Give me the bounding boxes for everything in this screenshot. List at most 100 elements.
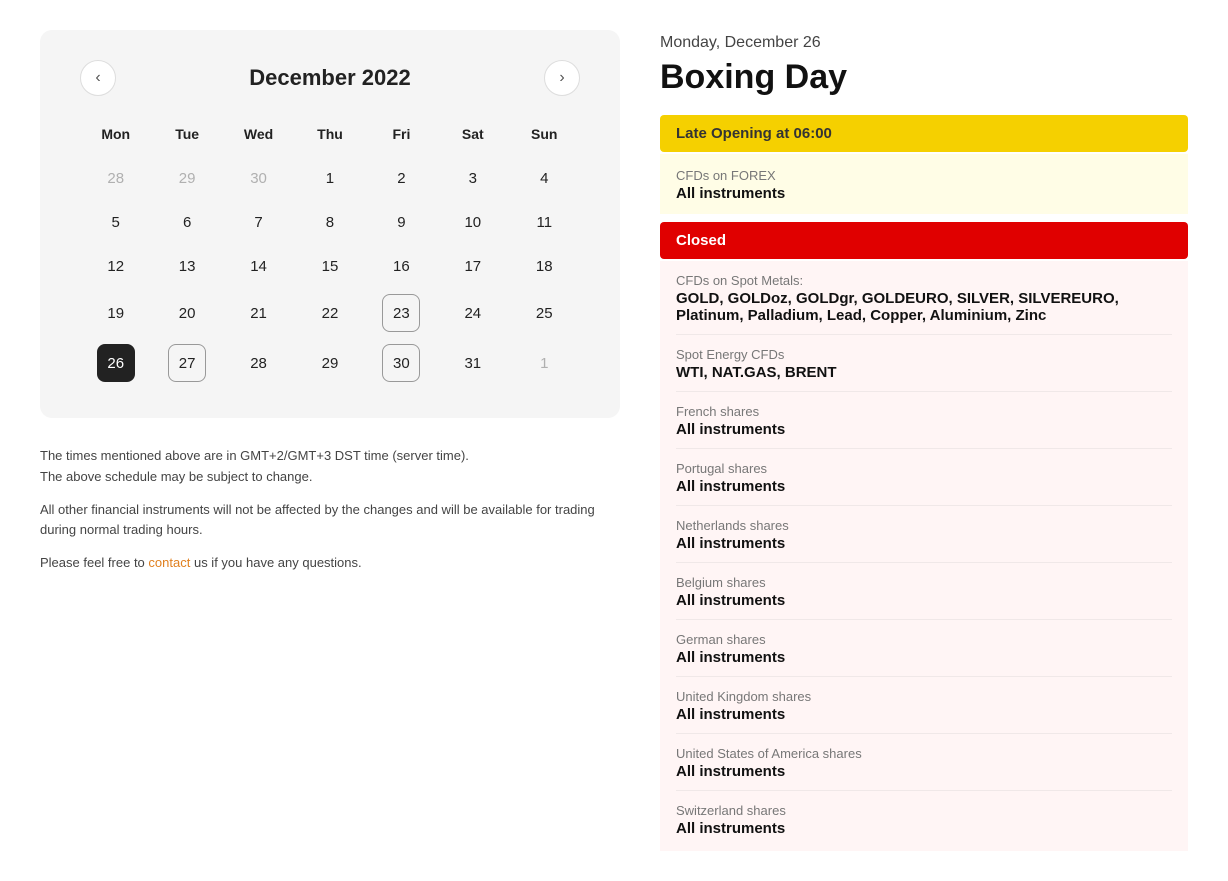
calendar-card: ‹ December 2022 › MonTueWedThuFriSatSun … <box>40 30 620 418</box>
late-opening-banner: Late Opening at 06:00 <box>660 115 1188 152</box>
calendar-day[interactable]: 8 <box>294 200 365 244</box>
item-value: All instruments <box>676 763 1172 780</box>
calendar-day[interactable]: 30 <box>223 156 294 200</box>
item-label: United Kingdom shares <box>676 689 1172 704</box>
footnote-line5: us if you have any questions. <box>194 555 362 570</box>
calendar-day[interactable]: 3 <box>437 156 508 200</box>
item-label: Portugal shares <box>676 461 1172 476</box>
item-value: All instruments <box>676 185 1172 202</box>
item-label: Belgium shares <box>676 575 1172 590</box>
calendar-day[interactable]: 2 <box>366 156 437 200</box>
calendar-day[interactable]: 4 <box>509 156 580 200</box>
item-value: All instruments <box>676 535 1172 552</box>
calendar-day[interactable]: 29 <box>294 338 365 388</box>
weekday-header: Mon <box>80 120 151 156</box>
calendar-day[interactable]: 6 <box>151 200 222 244</box>
next-month-button[interactable]: › <box>544 60 580 96</box>
calendar-day[interactable]: 15 <box>294 244 365 288</box>
footnotes-section: The times mentioned above are in GMT+2/G… <box>40 446 620 574</box>
closed-item: Netherlands shares All instruments <box>676 506 1172 563</box>
calendar-day[interactable]: 22 <box>294 288 365 338</box>
left-column: ‹ December 2022 › MonTueWedThuFriSatSun … <box>40 30 620 851</box>
weekday-header: Tue <box>151 120 222 156</box>
prev-month-button[interactable]: ‹ <box>80 60 116 96</box>
item-value: GOLD, GOLDoz, GOLDgr, GOLDEURO, SILVER, … <box>676 290 1172 324</box>
calendar-body: 2829301234567891011121314151617181920212… <box>80 156 580 388</box>
calendar-day[interactable]: 27 <box>151 338 222 388</box>
weekdays-row: MonTueWedThuFriSatSun <box>80 120 580 156</box>
calendar-day[interactable]: 21 <box>223 288 294 338</box>
calendar-title: December 2022 <box>249 65 410 91</box>
calendar-day[interactable]: 28 <box>80 156 151 200</box>
weekday-header: Wed <box>223 120 294 156</box>
closed-item: Belgium shares All instruments <box>676 563 1172 620</box>
item-value: All instruments <box>676 649 1172 666</box>
calendar-day[interactable]: 12 <box>80 244 151 288</box>
closed-item: German shares All instruments <box>676 620 1172 677</box>
late-opening-item: CFDs on FOREX All instruments <box>676 164 1172 202</box>
calendar-day[interactable]: 19 <box>80 288 151 338</box>
calendar-row: 2829301234 <box>80 156 580 200</box>
calendar-day[interactable]: 9 <box>366 200 437 244</box>
weekday-header: Sat <box>437 120 508 156</box>
closed-block: CFDs on Spot Metals: GOLD, GOLDoz, GOLDgr… <box>660 261 1188 851</box>
calendar-day[interactable]: 1 <box>294 156 365 200</box>
calendar-day[interactable]: 16 <box>366 244 437 288</box>
right-column: Monday, December 26 Boxing Day Late Open… <box>660 30 1188 851</box>
item-label: French shares <box>676 404 1172 419</box>
item-label: Spot Energy CFDs <box>676 347 1172 362</box>
calendar-day[interactable]: 14 <box>223 244 294 288</box>
weekday-header: Fri <box>366 120 437 156</box>
event-date: Monday, December 26 <box>660 34 1188 52</box>
calendar-day[interactable]: 23 <box>366 288 437 338</box>
closed-item: United Kingdom shares All instruments <box>676 677 1172 734</box>
calendar-row: 19202122232425 <box>80 288 580 338</box>
calendar-day[interactable]: 7 <box>223 200 294 244</box>
item-value: All instruments <box>676 706 1172 723</box>
closed-item: Spot Energy CFDs WTI, NAT.GAS, BRENT <box>676 335 1172 392</box>
footnote-line2: The above schedule may be subject to cha… <box>40 469 312 484</box>
calendar-day[interactable]: 5 <box>80 200 151 244</box>
calendar-day[interactable]: 29 <box>151 156 222 200</box>
calendar-day[interactable]: 26 <box>80 338 151 388</box>
closed-item: Portugal shares All instruments <box>676 449 1172 506</box>
item-label: United States of America shares <box>676 746 1172 761</box>
calendar-day[interactable]: 10 <box>437 200 508 244</box>
calendar-day[interactable]: 1 <box>509 338 580 388</box>
calendar-day[interactable]: 18 <box>509 244 580 288</box>
footnote-line3: All other financial instruments will not… <box>40 500 620 542</box>
closed-item: United States of America shares All instr… <box>676 734 1172 791</box>
calendar-row: 12131415161718 <box>80 244 580 288</box>
calendar-day[interactable]: 11 <box>509 200 580 244</box>
calendar-day[interactable]: 25 <box>509 288 580 338</box>
item-value: All instruments <box>676 592 1172 609</box>
calendar-day[interactable]: 31 <box>437 338 508 388</box>
item-label: CFDs on Spot Metals: <box>676 273 1172 288</box>
calendar-day[interactable]: 24 <box>437 288 508 338</box>
item-value: All instruments <box>676 478 1172 495</box>
item-value: All instruments <box>676 421 1172 438</box>
closed-item: French shares All instruments <box>676 392 1172 449</box>
item-label: Netherlands shares <box>676 518 1172 533</box>
closed-banner: Closed <box>660 222 1188 259</box>
footnote-line1: The times mentioned above are in GMT+2/G… <box>40 448 469 463</box>
calendar-day[interactable]: 17 <box>437 244 508 288</box>
footnote-line4: Please feel free to <box>40 555 145 570</box>
calendar-day[interactable]: 30 <box>366 338 437 388</box>
calendar-row: 2627282930311 <box>80 338 580 388</box>
calendar-day[interactable]: 13 <box>151 244 222 288</box>
item-label: German shares <box>676 632 1172 647</box>
event-title: Boxing Day <box>660 58 1188 97</box>
late-opening-block: CFDs on FOREX All instruments <box>660 154 1188 214</box>
calendar-day[interactable]: 28 <box>223 338 294 388</box>
weekday-header: Sun <box>509 120 580 156</box>
item-value: WTI, NAT.GAS, BRENT <box>676 364 1172 381</box>
calendar-day[interactable]: 20 <box>151 288 222 338</box>
closed-item: CFDs on Spot Metals: GOLD, GOLDoz, GOLDgr… <box>676 261 1172 335</box>
closed-item: Switzerland sharesAll instruments <box>676 791 1172 847</box>
calendar-row: 567891011 <box>80 200 580 244</box>
calendar-header: ‹ December 2022 › <box>80 60 580 96</box>
item-label: CFDs on FOREX <box>676 168 1172 183</box>
calendar-grid: MonTueWedThuFriSatSun 282930123456789101… <box>80 120 580 388</box>
contact-link[interactable]: contact <box>148 555 190 570</box>
